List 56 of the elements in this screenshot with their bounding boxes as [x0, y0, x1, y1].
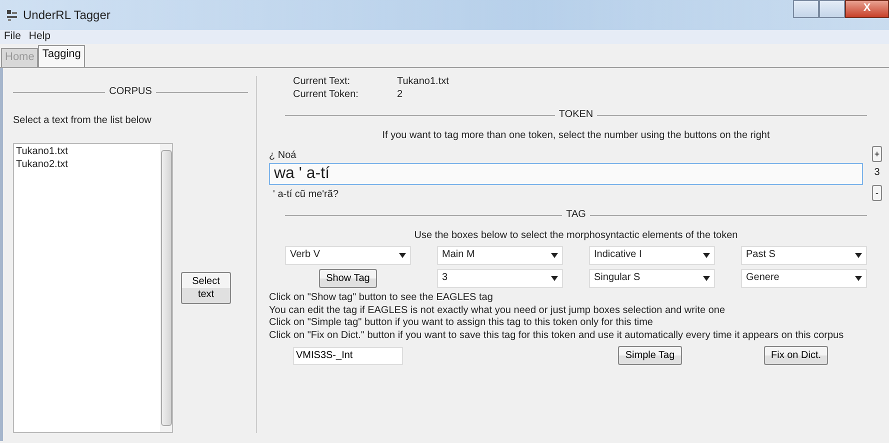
dropdown[interactable]: Verb V	[285, 246, 411, 265]
menu-item[interactable]: File	[4, 30, 21, 44]
select-text-button[interactable]: Select text	[181, 272, 231, 304]
scrollbar[interactable]	[160, 144, 172, 432]
caret-icon	[855, 253, 862, 258]
tab[interactable]: Tagging	[38, 45, 85, 67]
fix-on-dict-button[interactable]: Fix on Dict.	[764, 346, 828, 365]
token-count: 3	[874, 167, 880, 180]
section-heading: CORPUS	[13, 86, 248, 98]
dropdown-value: Singular S	[594, 272, 640, 285]
caret-icon	[703, 253, 710, 258]
section-heading: TAG	[285, 209, 867, 222]
dropdown[interactable]: Genere	[741, 269, 867, 288]
show-tag-button[interactable]: Show Tag	[319, 269, 377, 288]
previous-token: ¿ Noá	[269, 150, 298, 162]
help-text: Click on "Show tag" button to see the EAGLES tag	[269, 292, 494, 304]
status-value: 2	[397, 88, 403, 101]
help-text: Click on "Simple tag" button if you want to assign this tag to this token only for this time	[269, 317, 654, 330]
maximize-button[interactable]	[819, 0, 845, 18]
dropdown[interactable]: Past S	[741, 246, 867, 265]
instruction-text: If you want to tag more than one token, select the number using the buttons on the right	[381, 130, 771, 142]
status-label: Current Text:	[293, 76, 352, 88]
minimize-button[interactable]	[793, 0, 819, 18]
dropdown[interactable]: 3	[437, 269, 563, 288]
dropdown-value: Verb V	[290, 249, 320, 262]
dropdown[interactable]: Main M	[437, 246, 563, 265]
caret-icon	[703, 276, 710, 281]
instruction-text: Use the boxes below to select the morphosyntactic elements of the token	[413, 230, 739, 242]
tag-field[interactable]: VMIS3S-_Int	[293, 346, 403, 364]
token-field[interactable]: wa ' a-tí	[269, 162, 863, 184]
next-token: ' a-tí cũ me'rã?	[273, 188, 340, 201]
caret-icon	[855, 276, 862, 281]
caret-icon	[551, 276, 558, 281]
caret-icon	[399, 253, 406, 258]
caret-icon	[551, 253, 558, 258]
dropdown-value: Past S	[746, 249, 776, 262]
section-heading: TOKEN	[285, 109, 867, 122]
status-label: Current Token:	[293, 88, 360, 101]
increment-button[interactable]: +	[872, 146, 882, 162]
help-text: You can edit the tag if EAGLES is not exactly what you need or just jump boxes selection and write one	[269, 304, 726, 317]
help-text: Click on "Fix on Dict." button if you want to save this tag for this token and use it automatically every time it appears on this corpus	[269, 330, 845, 342]
dropdown-value: Indicative I	[594, 249, 642, 262]
dropdown-value: Main M	[442, 249, 475, 262]
list-item[interactable]: Tukano2.txt	[16, 158, 158, 171]
status-value: Tukano1.txt	[397, 76, 449, 88]
window-title: UnderRL Tagger	[23, 8, 110, 22]
instruction-text: Select a text from the list below	[13, 114, 152, 127]
dropdown-value: 3	[442, 272, 448, 285]
decrement-button[interactable]: -	[872, 185, 882, 201]
simple-tag-button[interactable]: Simple Tag	[618, 346, 682, 365]
app-icon	[6, 9, 18, 21]
menu-item[interactable]: Help	[28, 30, 51, 44]
dropdown[interactable]: Indicative I	[589, 246, 715, 265]
dropdown[interactable]: Singular S	[589, 269, 715, 288]
dropdown-value: Genere	[746, 272, 780, 285]
list-item[interactable]: Tukano1.txt	[16, 146, 158, 158]
